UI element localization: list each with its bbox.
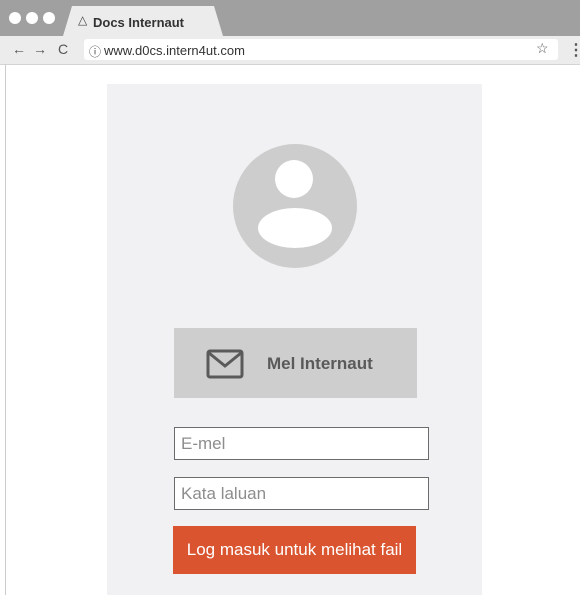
warning-triangle-icon: △: [78, 13, 88, 27]
browser-menu-icon[interactable]: ⋮: [568, 40, 580, 60]
login-submit-button[interactable]: Log masuk untuk melihat fail: [173, 526, 416, 574]
reload-icon[interactable]: C: [58, 40, 68, 58]
bookmark-star-icon[interactable]: ☆: [536, 40, 549, 57]
avatar-body: [258, 208, 332, 248]
tab-title[interactable]: Docs Internaut: [93, 15, 184, 30]
avatar-head: [275, 160, 313, 198]
mail-login-label: Mel Internaut: [267, 354, 373, 373]
back-icon[interactable]: ←: [12, 40, 26, 58]
forward-icon[interactable]: →: [33, 40, 47, 58]
password-input[interactable]: [174, 477, 429, 510]
email-input[interactable]: [174, 427, 429, 460]
mail-login-button[interactable]: Mel Internaut: [174, 328, 417, 398]
user-avatar-icon: [233, 144, 357, 268]
envelope-icon: [206, 349, 244, 379]
window-maximize-button[interactable]: [43, 12, 55, 24]
window-close-button[interactable]: [9, 12, 21, 24]
viewport-border: [5, 64, 6, 595]
window-minimize-button[interactable]: [26, 12, 38, 24]
url-text[interactable]: www.d0cs.intern4ut.com: [104, 43, 245, 58]
info-icon[interactable]: ⓘ: [89, 43, 101, 60]
